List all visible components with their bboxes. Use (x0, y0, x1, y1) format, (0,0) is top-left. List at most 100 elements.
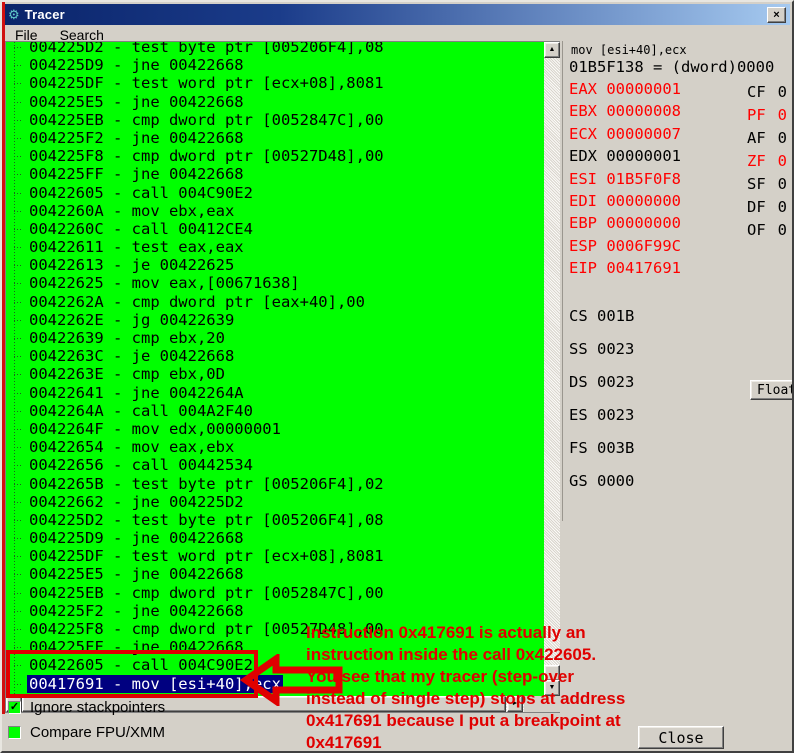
disasm-row[interactable]: 004225D2 - test byte ptr [005206F4],08 (6, 42, 544, 56)
disasm-row[interactable]: 00422611 - test eax,eax (6, 238, 544, 256)
annotation-line: 0x417691 (306, 732, 792, 753)
disasm-row[interactable]: 004225FF - jne 00422668 (6, 165, 544, 183)
disasm-row-text: 004225DF - test word ptr [ecx+08],8081 (27, 74, 386, 92)
disasm-row[interactable]: 00422662 - jne 004225D2 (6, 493, 544, 511)
cpu-state-panel: mov [esi+40],ecx 01B5F138 = (dword)0000 … (562, 41, 794, 521)
disasm-row[interactable]: 00422605 - call 004C90E2 (6, 184, 544, 202)
compare-fpu-label: Compare FPU/XMM (30, 724, 165, 741)
register-row: EBX 00000008 (569, 102, 681, 124)
flag-row: AF0 (747, 129, 787, 152)
disasm-row-text: 0042264A - call 004A2F40 (27, 402, 255, 420)
disasm-row-text: 004225F2 - jne 00422668 (27, 129, 246, 147)
flag-row: SF0 (747, 175, 787, 198)
close-icon[interactable]: × (767, 7, 786, 23)
segment-row: CS 001B (569, 307, 634, 340)
ignore-stackpointers-option[interactable]: ✓ Ignore stackpointers (8, 699, 165, 716)
disasm-row[interactable]: 00422625 - mov eax,[00671638] (6, 274, 544, 292)
disasm-row[interactable]: 0042265B - test byte ptr [005206F4],02 (6, 475, 544, 493)
segment-row: FS 003B (569, 439, 634, 472)
segment-register-list: CS 001BSS 0023DS 0023ES 0023FS 003BGS 00… (569, 307, 634, 505)
ignore-stackpointers-label: Ignore stackpointers (30, 699, 165, 716)
disasm-row-text: 0042264F - mov edx,00000001 (27, 420, 283, 438)
disasm-row[interactable]: 004225E5 - jne 00422668 (6, 93, 544, 111)
disasm-row-text: 0042265B - test byte ptr [005206F4],02 (27, 475, 386, 493)
flag-row: PF0 (747, 106, 787, 129)
disasm-row-text: 00422639 - cmp ebx,20 (27, 329, 227, 347)
disasm-row[interactable]: 0042260A - mov ebx,eax (6, 202, 544, 220)
register-row: ESI 01B5F0F8 (569, 170, 681, 192)
disasm-row[interactable]: 0042263C - je 00422668 (6, 347, 544, 365)
left-edge-stripe (2, 2, 5, 714)
disasm-row[interactable]: 004225F8 - cmp dword ptr [00527D48],00 (6, 147, 544, 165)
segment-row: DS 0023 (569, 373, 634, 406)
disasm-row-text: 004225E5 - jne 00422668 (27, 565, 246, 583)
disasm-row-text: 004225F2 - jne 00422668 (27, 602, 246, 620)
segment-row: ES 0023 (569, 406, 634, 439)
disasm-row[interactable]: 0042262E - jg 00422639 (6, 311, 544, 329)
disasm-row-text: 004225F8 - cmp dword ptr [00527D48],00 (27, 147, 386, 165)
disasm-row[interactable]: 0042260C - call 00412CE4 (6, 220, 544, 238)
disassembly-list[interactable]: 004225D2 - test byte ptr [005206F4],0800… (6, 42, 544, 696)
annotation-text: Instruction 0x417691 is actually aninstr… (306, 622, 792, 753)
disasm-row-text: 004225EB - cmp dword ptr [0052847C],00 (27, 584, 386, 602)
disasm-row[interactable]: 00422613 - je 00422625 (6, 256, 544, 274)
segment-row: SS 0023 (569, 340, 634, 373)
annotation-line: 0x417691 because I put a breakpoint at (306, 710, 792, 732)
disasm-row[interactable]: 004225DF - test word ptr [ecx+08],8081 (6, 547, 544, 565)
disasm-row[interactable]: 00422656 - call 00442534 (6, 456, 544, 474)
title-bar[interactable]: ⚙ Tracer × (4, 4, 790, 25)
disasm-row-text: 00422656 - call 00442534 (27, 456, 255, 474)
disasm-row-text: 00422611 - test eax,eax (27, 238, 246, 256)
disasm-row-text: 0042260A - mov ebx,eax (27, 202, 236, 220)
disasm-row[interactable]: 0042264A - call 004A2F40 (6, 402, 544, 420)
disasm-row-text: 004225D2 - test byte ptr [005206F4],08 (27, 42, 386, 56)
register-row: ECX 00000007 (569, 125, 681, 147)
disasm-row-text: 004225D9 - jne 00422668 (27, 56, 246, 74)
scroll-up-icon[interactable]: ▲ (544, 42, 560, 58)
annotation-rectangle (6, 650, 258, 698)
disasm-row[interactable]: 004225F2 - jne 00422668 (6, 602, 544, 620)
current-instruction: mov [esi+40],ecx (571, 43, 687, 57)
disasm-row[interactable]: 004225EB - cmp dword ptr [0052847C],00 (6, 584, 544, 602)
disasm-row[interactable]: 004225EB - cmp dword ptr [0052847C],00 (6, 111, 544, 129)
disasm-row-text: 004225D9 - jne 00422668 (27, 529, 246, 547)
vertical-scrollbar[interactable]: ▲ ▼ (544, 42, 560, 696)
tracer-window: ⚙ Tracer × File Search 004225D2 - test b… (0, 0, 794, 753)
disasm-row-text: 0042262E - jg 00422639 (27, 311, 236, 329)
disasm-row-text: 0042263C - je 00422668 (27, 347, 236, 365)
disasm-row[interactable]: 0042264F - mov edx,00000001 (6, 420, 544, 438)
disasm-row[interactable]: 00422639 - cmp ebx,20 (6, 329, 544, 347)
disasm-row-text: 0042260C - call 00412CE4 (27, 220, 255, 238)
compare-fpu-checkbox[interactable]: ✓ (8, 726, 21, 739)
disasm-row[interactable]: 0042263E - cmp ebx,0D (6, 365, 544, 383)
disasm-row-text: 00422613 - je 00422625 (27, 256, 236, 274)
flag-row: CF0 (747, 83, 787, 106)
disasm-row[interactable]: 004225D9 - jne 00422668 (6, 56, 544, 74)
disasm-row-text: 004225DF - test word ptr [ecx+08],8081 (27, 547, 386, 565)
disasm-row-text: 00422641 - jne 0042264A (27, 384, 246, 402)
disasm-row[interactable]: 004225F2 - jne 00422668 (6, 129, 544, 147)
disasm-row[interactable]: 00422641 - jne 0042264A (6, 384, 544, 402)
disasm-row[interactable]: 004225D2 - test byte ptr [005206F4],08 (6, 511, 544, 529)
disasm-row[interactable]: 00422654 - mov eax,ebx (6, 438, 544, 456)
register-row: ESP 0006F99C (569, 237, 681, 259)
disasm-row-text: 00422625 - mov eax,[00671638] (27, 274, 302, 292)
disasm-row[interactable]: 004225DF - test word ptr [ecx+08],8081 (6, 74, 544, 92)
register-list: EAX 00000001EBX 00000008ECX 00000007EDX … (569, 80, 681, 282)
disasm-row-text: 004225FF - jne 00422668 (27, 165, 246, 183)
disasm-row[interactable]: 0042262A - cmp dword ptr [eax+40],00 (6, 293, 544, 311)
disasm-row[interactable]: 004225D9 - jne 00422668 (6, 529, 544, 547)
register-row: EDX 00000001 (569, 147, 681, 169)
disasm-row-text: 0042263E - cmp ebx,0D (27, 365, 227, 383)
compare-fpu-option[interactable]: ✓ Compare FPU/XMM (8, 724, 165, 741)
annotation-line: You see that my tracer (step-over (306, 666, 792, 688)
disasm-row-text: 00422605 - call 004C90E2 (27, 184, 255, 202)
float-button[interactable]: Float (750, 380, 794, 400)
window-title: Tracer (25, 7, 65, 22)
flag-row: ZF0 (747, 152, 787, 175)
disasm-row[interactable]: 004225E5 - jne 00422668 (6, 565, 544, 583)
ignore-stackpointers-checkbox[interactable]: ✓ (8, 701, 21, 714)
annotation-line: Instruction 0x417691 is actually an (306, 622, 792, 644)
disasm-row-text: 00422654 - mov eax,ebx (27, 438, 236, 456)
disasm-row-text: 00422662 - jne 004225D2 (27, 493, 246, 511)
